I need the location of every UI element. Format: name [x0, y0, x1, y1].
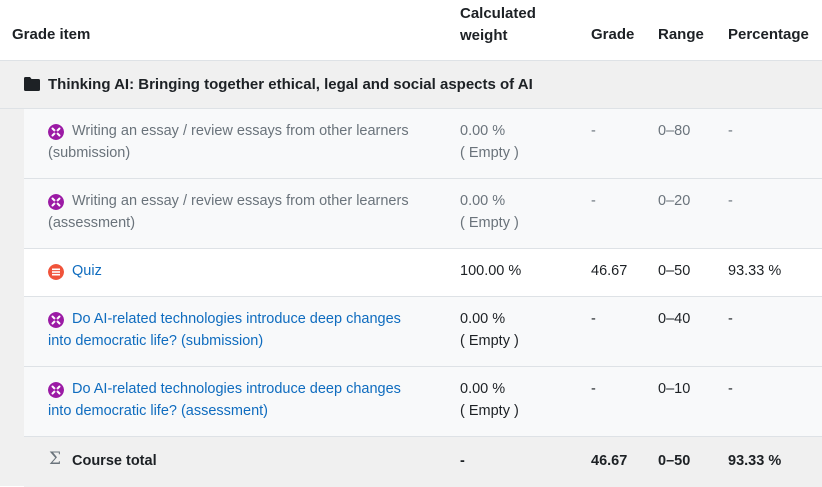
grade-cell: - [591, 381, 596, 397]
header-grade-item: Grade item [12, 26, 91, 43]
range-cell: 0–80 [658, 123, 691, 139]
grade-cell: - [591, 193, 596, 209]
range-cell: 0–40 [658, 311, 691, 327]
course-total-label: Course total [72, 453, 157, 469]
total-range-cell: 0–50 [658, 453, 691, 469]
grade-cell: - [591, 123, 596, 139]
category-name: Thinking AI: Bringing together ethical, … [48, 76, 533, 93]
calculated-weight-cell: 100.00 % [460, 263, 522, 279]
grade-item-row: Writing an essay / review essays from ot… [24, 178, 822, 249]
header-range: Range [658, 26, 704, 43]
calculated-weight-cell: 0.00 %( Empty ) [460, 311, 519, 349]
percentage-cell: - [728, 193, 733, 209]
grade-item-row: Quiz 100.00 % 46.67 0–50 93.33 % [24, 248, 822, 297]
category-row: Thinking AI: Bringing together ethical, … [0, 61, 822, 109]
user-grade-report-table: Grade item Calculated weight Grade Range… [0, 0, 822, 487]
range-cell: 0–10 [658, 381, 691, 397]
grade-item-row: Writing an essay / review essays from ot… [24, 108, 822, 179]
total-percentage-cell: 93.33 % [728, 453, 782, 469]
grade-cell: 46.67 [591, 263, 628, 279]
percentage-cell: - [728, 311, 733, 327]
grade-item-name: Writing an essay / review essays from ot… [48, 123, 409, 161]
course-total-row: Σ Course total - 46.67 0–50 93.33 % [24, 436, 822, 487]
header-calculated-weight-line1: Calculated [460, 5, 536, 22]
table-header-row: Grade item Calculated weight Grade Range… [0, 0, 822, 61]
header-calculated-weight-line2: weight [460, 27, 508, 44]
percentage-cell: - [728, 381, 733, 397]
calculated-weight-cell: 0.00 %( Empty ) [460, 193, 519, 231]
grade-item-name: Writing an essay / review essays from ot… [48, 193, 409, 231]
range-cell: 0–20 [658, 193, 691, 209]
grade-item-row: Do AI-related technologies introduce dee… [24, 366, 822, 437]
grade-item-link-assessment[interactable]: Do AI-related technologies introduce dee… [48, 378, 448, 422]
header-grade: Grade [591, 26, 635, 43]
percentage-cell: 93.33 % [728, 263, 782, 279]
grade-cell: - [591, 311, 596, 327]
grade-item-link-submission[interactable]: Do AI-related technologies introduce dee… [48, 308, 448, 352]
header-percentage: Percentage [728, 26, 809, 43]
grade-item-link-quiz[interactable]: Quiz [48, 260, 448, 282]
header-calculated-weight: Calculated weight [460, 3, 536, 47]
total-grade-cell: 46.67 [591, 453, 628, 469]
total-weight-cell: - [460, 453, 465, 469]
folder-icon [24, 77, 40, 91]
calculated-weight-cell: 0.00 %( Empty ) [460, 123, 519, 161]
sigma-icon: Σ [49, 449, 62, 469]
percentage-cell: - [728, 123, 733, 139]
calculated-weight-cell: 0.00 %( Empty ) [460, 381, 519, 419]
grade-item-row: Do AI-related technologies introduce dee… [24, 296, 822, 367]
range-cell: 0–50 [658, 263, 691, 279]
